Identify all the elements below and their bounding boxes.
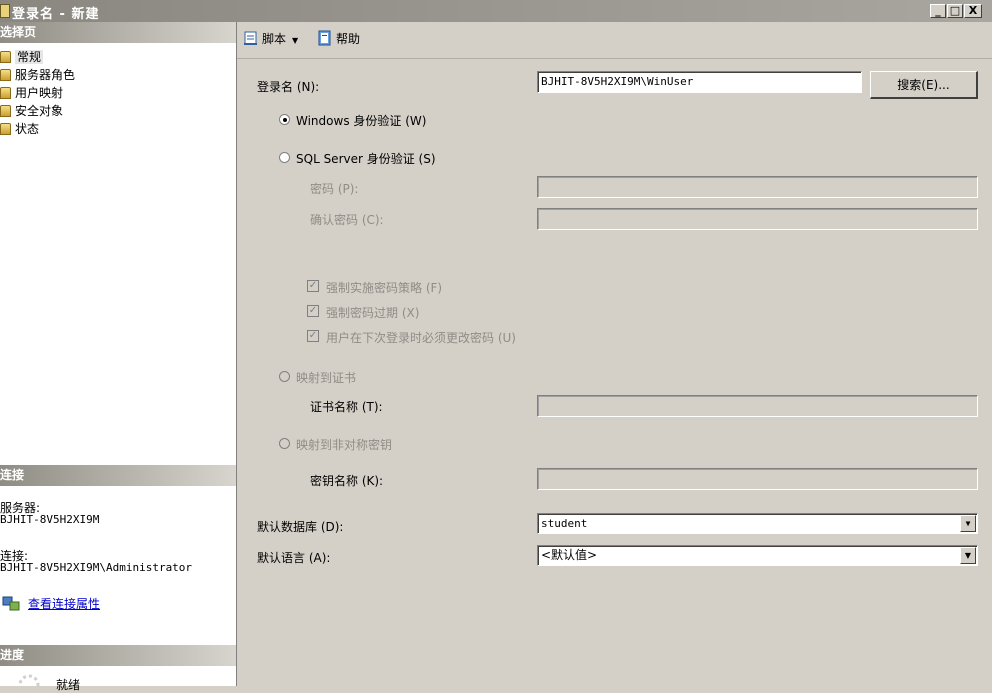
cert-name-label: 证书名称 (T):: [310, 400, 383, 414]
key-name-label: 密钥名称 (K):: [310, 474, 384, 488]
enforce-policy-checkbox[interactable]: ✓: [307, 280, 319, 292]
windows-auth-radio[interactable]: [279, 114, 290, 125]
default-db-select[interactable]: student ▼: [537, 513, 978, 534]
toolbar: 脚本 ▼ 帮助: [237, 22, 992, 59]
key-name-select[interactable]: [537, 468, 978, 490]
window-icon: [0, 4, 10, 18]
connection-properties-icon: [2, 596, 20, 611]
script-icon: [244, 31, 257, 45]
nav-item-server-roles[interactable]: 服务器角色: [0, 66, 75, 84]
left-panel: 选择页 常规 服务器角色 用户映射 安全对象 状态 连接 服务器: BJHIT-…: [0, 22, 237, 693]
nav-item-general[interactable]: 常规: [0, 48, 44, 66]
sql-auth-radio[interactable]: [279, 152, 290, 163]
windows-auth-label: Windows 身份验证 (W): [296, 114, 427, 128]
nav-item-status[interactable]: 状态: [0, 120, 39, 138]
maximize-button[interactable]: □: [947, 4, 963, 18]
password-input[interactable]: [537, 176, 978, 198]
default-lang-label: 默认语言 (A):: [257, 551, 331, 565]
view-connection-properties[interactable]: 查看连接属性: [2, 595, 100, 612]
connection-value: BJHIT-8V5H2XI9M\Administrator: [0, 561, 193, 574]
chevron-down-icon: ▼: [292, 36, 299, 45]
map-asym-key-label: 映射到非对称密钥: [296, 438, 393, 452]
progress-spinner-icon: [16, 673, 42, 693]
sql-auth-label: SQL Server 身份验证 (S): [296, 152, 436, 166]
progress-header: 进度: [0, 645, 236, 666]
page-icon: [0, 105, 11, 117]
page-icon: [0, 87, 11, 99]
nav-item-user-mapping[interactable]: 用户映射: [0, 84, 63, 102]
login-name-label: 登录名 (N):: [257, 80, 320, 94]
cert-name-select[interactable]: [537, 395, 978, 417]
help-button[interactable]: 帮助: [317, 30, 360, 48]
script-button[interactable]: 脚本 ▼: [243, 30, 298, 48]
progress-status: 就绪: [56, 678, 81, 692]
search-button[interactable]: 搜索(E)...: [870, 71, 978, 99]
must-change-checkbox[interactable]: ✓: [307, 330, 319, 342]
nav-item-securables[interactable]: 安全对象: [0, 102, 63, 120]
map-cert-radio[interactable]: [279, 371, 290, 382]
confirm-password-label: 确认密码 (C):: [310, 213, 384, 227]
title-bar: 登录名 - 新建 _ □ X: [0, 0, 992, 22]
default-lang-select[interactable]: <默认值> ▼: [537, 545, 978, 566]
map-asym-key-radio[interactable]: [279, 438, 290, 449]
map-cert-label: 映射到证书: [296, 371, 357, 385]
help-icon: [318, 30, 331, 46]
page-icon: [0, 69, 11, 81]
minimize-button[interactable]: _: [930, 4, 946, 18]
close-button[interactable]: X: [964, 4, 982, 18]
enforce-expiration-checkbox[interactable]: ✓: [307, 305, 319, 317]
enforce-expiration-label: 强制密码过期 (X): [326, 306, 420, 320]
window-title: 登录名 - 新建: [12, 7, 100, 22]
page-icon: [0, 51, 11, 63]
page-icon: [0, 123, 11, 135]
confirm-password-input[interactable]: [537, 208, 978, 230]
password-label: 密码 (P):: [310, 182, 359, 196]
connection-header: 连接: [0, 465, 236, 486]
default-db-label: 默认数据库 (D):: [257, 520, 344, 534]
must-change-label: 用户在下次登录时必须更改密码 (U): [326, 331, 516, 345]
chevron-down-icon[interactable]: ▼: [960, 515, 976, 532]
enforce-policy-label: 强制实施密码策略 (F): [326, 281, 443, 295]
server-value: BJHIT-8V5H2XI9M: [0, 513, 100, 526]
select-page-header: 选择页: [0, 22, 236, 43]
chevron-down-icon[interactable]: ▼: [960, 547, 976, 564]
login-name-input[interactable]: BJHIT-8V5H2XI9M\WinUser: [537, 71, 862, 93]
